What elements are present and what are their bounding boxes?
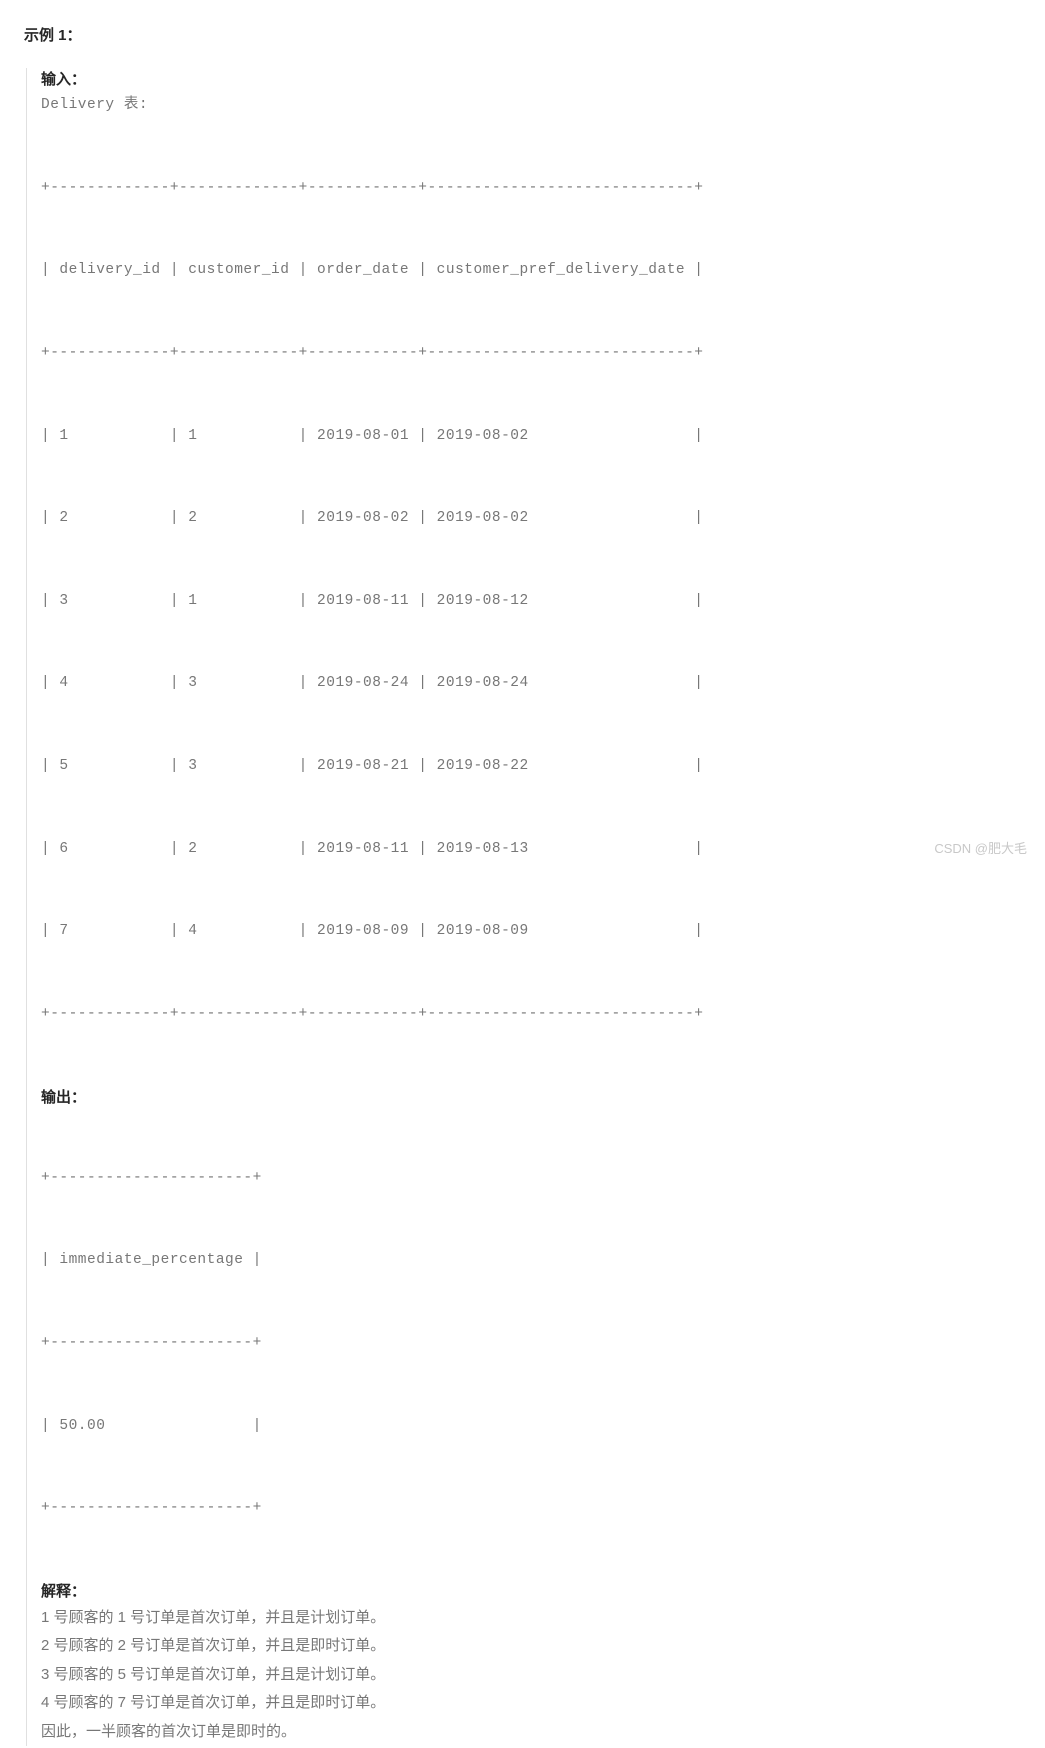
table-row: | 6 | 2 | 2019-08-11 | 2019-08-13 | (41, 836, 1021, 864)
explain-line: 因此，一半顾客的首次订单是即时的。 (41, 1718, 1021, 1747)
input-label: 输入： (41, 68, 1021, 92)
explain-line: 4 号顾客的 7 号订单是首次订单，并且是即时订单。 (41, 1689, 1021, 1718)
delivery-table: +-------------+-------------+-----------… (41, 120, 1021, 1084)
table-border: +-------------+-------------+-----------… (41, 175, 1021, 203)
table-border: +----------------------+ (41, 1330, 1021, 1358)
explain-lines: 1 号顾客的 1 号订单是首次订单，并且是计划订单。 2 号顾客的 2 号订单是… (41, 1604, 1021, 1747)
table-row: | 1 | 1 | 2019-08-01 | 2019-08-02 | (41, 423, 1021, 451)
output-label: 输出： (41, 1086, 1021, 1110)
table-row: | 5 | 3 | 2019-08-21 | 2019-08-22 | (41, 753, 1021, 781)
table-border: +-------------+-------------+-----------… (41, 340, 1021, 368)
table-row: | 7 | 4 | 2019-08-09 | 2019-08-09 | (41, 918, 1021, 946)
output-table: +----------------------+ | immediate_per… (41, 1110, 1021, 1578)
table-border: +----------------------+ (41, 1165, 1021, 1193)
table-border: +----------------------+ (41, 1495, 1021, 1523)
watermark: CSDN @肥大毛 (934, 839, 1027, 860)
table-header: | delivery_id | customer_id | order_date… (41, 257, 1021, 285)
explain-line: 1 号顾客的 1 号订单是首次订单，并且是计划订单。 (41, 1604, 1021, 1633)
explain-line: 2 号顾客的 2 号订单是首次订单，并且是即时订单。 (41, 1632, 1021, 1661)
example-block: 输入： Delivery 表: +-------------+---------… (26, 68, 1021, 1746)
table-row: | 3 | 1 | 2019-08-11 | 2019-08-12 | (41, 588, 1021, 616)
explain-line: 3 号顾客的 5 号订单是首次订单，并且是计划订单。 (41, 1661, 1021, 1690)
table-header: | immediate_percentage | (41, 1247, 1021, 1275)
table-row: | 2 | 2 | 2019-08-02 | 2019-08-02 | (41, 505, 1021, 533)
table-row: | 50.00 | (41, 1413, 1021, 1441)
delivery-table-caption: Delivery 表: (41, 92, 1021, 120)
table-border: +-------------+-------------+-----------… (41, 1001, 1021, 1029)
explain-label: 解释： (41, 1580, 1021, 1604)
table-row: | 4 | 3 | 2019-08-24 | 2019-08-24 | (41, 670, 1021, 698)
example-title: 示例 1： (24, 24, 1021, 48)
